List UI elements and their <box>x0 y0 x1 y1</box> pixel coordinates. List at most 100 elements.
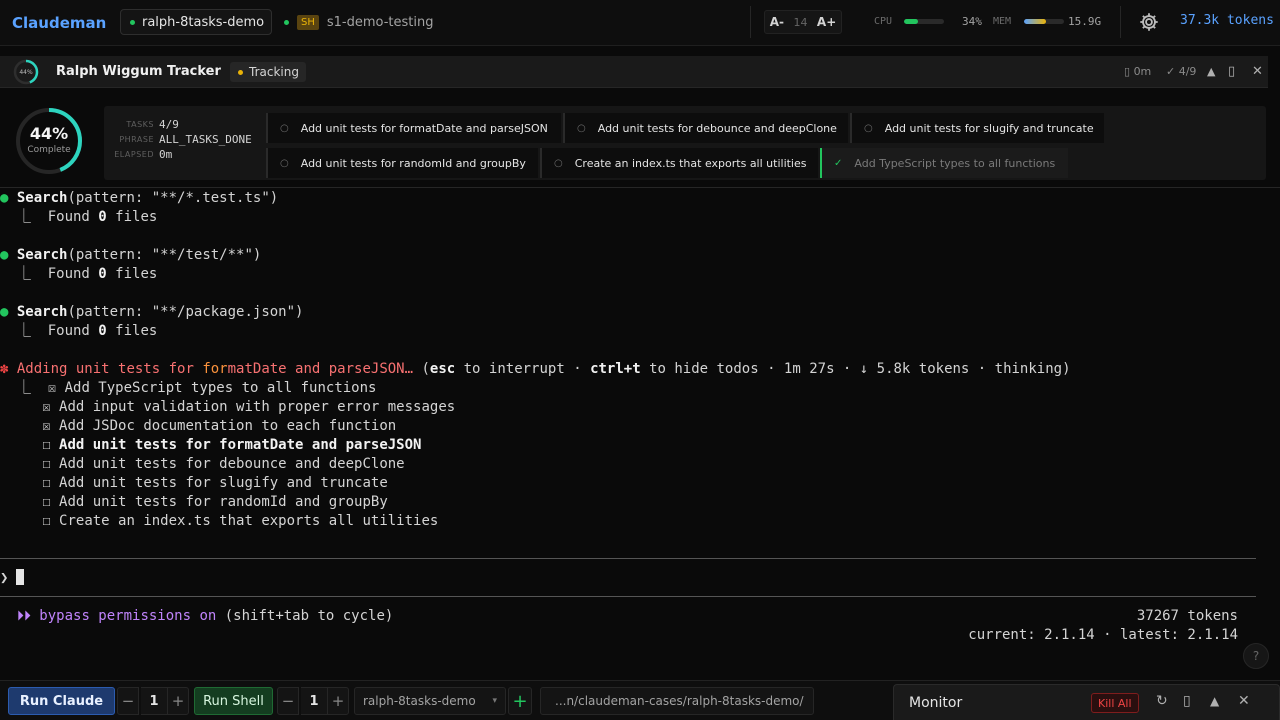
session-select[interactable]: ralph-8tasks-demo ▾ <box>354 687 506 715</box>
help-button[interactable]: ? <box>1243 643 1269 669</box>
app-brand[interactable]: Claudeman <box>12 14 106 32</box>
cpu-value: 34% <box>962 15 982 28</box>
working-directory-path[interactable]: ...n/claudeman-cases/ralph-8tasks-demo/ <box>540 687 814 715</box>
permission-status-line: ⏵⏵ bypass permissions on (shift+tab to c… <box>0 608 394 624</box>
mem-label: MEM <box>993 16 1012 27</box>
prompt-divider <box>0 558 1256 559</box>
tracker-progress: ✓ 4/9 <box>1166 65 1197 78</box>
monitor-panel[interactable]: Monitor Kill All ↻ ▯ ▲ ✕ <box>893 684 1280 720</box>
todo-item: ☐ Create an index.ts that exports all ut… <box>42 513 439 529</box>
tool-call-line: ● Search(pattern: "**/*.test.ts") <box>0 190 279 206</box>
font-decrease-button[interactable]: A- <box>770 15 784 29</box>
spinner-icon: ✽ <box>0 361 9 377</box>
monitor-title: Monitor <box>909 695 963 711</box>
mem-bar-fill <box>1024 19 1046 24</box>
meta-value-elapsed: 0m <box>159 148 173 161</box>
todo-item: ☐ Add unit tests for randomId and groupB… <box>42 494 388 510</box>
todo-item: ☒ Add JSDoc documentation to each functi… <box>42 418 397 434</box>
task-chip-label: Add TypeScript types to all functions <box>854 156 1056 170</box>
pending-circle-icon: ○ <box>864 122 873 134</box>
unchecked-box-icon: ☐ <box>42 456 51 472</box>
font-size-value: 14 <box>793 15 808 29</box>
tracking-dot <box>238 69 243 75</box>
divider <box>750 6 751 38</box>
todo-item-current: ☐ Add unit tests for formatDate and pars… <box>42 437 422 453</box>
session-tab-s1-demo-testing[interactable]: SH s1-demo-testing <box>284 9 433 35</box>
session-status-dot <box>130 19 135 25</box>
tree-branch-icon: ⎿ <box>0 209 31 225</box>
task-meta-box: TASKS 4/9 PHRASE ALL_TASKS_DONE ELAPSED … <box>104 106 1266 180</box>
claude-count-increase[interactable]: + <box>167 687 189 715</box>
pending-circle-icon: ○ <box>577 122 586 134</box>
chevron-down-icon: ▾ <box>492 696 497 706</box>
session-tab-label: s1-demo-testing <box>326 14 434 30</box>
pending-circle-icon: ○ <box>280 122 289 134</box>
progress-percent: 44% <box>29 124 69 143</box>
success-dot-icon: ● <box>0 190 9 206</box>
tool-result-line: ⎿ Found 0 files <box>0 266 158 282</box>
task-chip-label: Add unit tests for formatDate and parseJ… <box>300 121 548 135</box>
task-chip[interactable]: ○ Create an index.ts that exports all ut… <box>540 148 818 178</box>
detach-icon[interactable]: ▯ <box>1183 693 1191 709</box>
refresh-icon[interactable]: ↻ <box>1156 693 1168 709</box>
session-select-value: ralph-8tasks-demo <box>363 694 476 708</box>
task-chip-label: Add unit tests for debounce and deepClon… <box>597 121 837 135</box>
progress-complete-label: Complete <box>27 145 71 155</box>
detach-icon[interactable]: ▯ <box>1228 64 1235 79</box>
pause-icon: ⏵⏵ <box>0 608 40 624</box>
shell-count-value: 1 <box>301 687 327 715</box>
tracking-status-label: Tracking <box>249 65 299 79</box>
top-bar: Claudeman ralph-8tasks-demo SH s1-demo-t… <box>0 0 1280 46</box>
kill-all-button[interactable]: Kill All <box>1091 693 1139 713</box>
task-chip[interactable]: ○ Add unit tests for debounce and deepCl… <box>563 113 848 143</box>
terminal-output[interactable]: ● Search(pattern: "**/*.test.ts") ⎿ Foun… <box>0 188 1280 678</box>
pending-circle-icon: ○ <box>280 157 289 169</box>
cpu-bar-fill <box>904 19 918 24</box>
claude-count-decrease[interactable]: − <box>117 687 139 715</box>
task-chip-label: Add unit tests for randomId and groupBy <box>300 156 526 170</box>
tree-branch-icon: ⎿ <box>0 266 31 282</box>
run-shell-button[interactable]: Run Shell <box>194 687 273 715</box>
font-increase-button[interactable]: A+ <box>817 15 836 29</box>
session-status-dot <box>284 19 289 25</box>
expand-up-icon[interactable]: ▲ <box>1210 694 1219 708</box>
success-dot-icon: ● <box>0 304 9 320</box>
meta-key-tasks: TASKS <box>126 120 154 129</box>
run-claude-button[interactable]: Run Claude <box>8 687 115 715</box>
unchecked-box-icon: ☐ <box>42 475 51 491</box>
shell-count-increase[interactable]: + <box>327 687 349 715</box>
checkmark-icon: ✓ <box>834 157 843 169</box>
todo-item: ⎿ ☒ Add TypeScript types to all function… <box>0 380 377 396</box>
mini-progress-label: 44% <box>19 69 33 76</box>
text-cursor <box>16 569 25 585</box>
meta-value-tasks: 4/9 <box>159 118 179 131</box>
cpu-bar <box>904 19 944 24</box>
checked-box-icon: ☒ <box>47 380 57 396</box>
divider <box>1120 6 1121 38</box>
task-chip[interactable]: ○ Add unit tests for formatDate and pars… <box>266 113 561 143</box>
tool-result-line: ⎿ Found 0 files <box>0 323 158 339</box>
close-icon[interactable]: ✕ <box>1238 693 1250 709</box>
task-chip[interactable]: ○ Add unit tests for randomId and groupB… <box>266 148 538 178</box>
tree-branch-icon: ⎿ <box>0 380 48 396</box>
tool-call-line: ● Search(pattern: "**/test/**") <box>0 247 262 263</box>
meta-value-phrase: ALL_TASKS_DONE <box>159 133 252 146</box>
tracker-title: Ralph Wiggum Tracker <box>56 64 221 79</box>
claude-count-value: 1 <box>141 687 167 715</box>
settings-gear-icon[interactable] <box>1138 11 1160 33</box>
shell-count-decrease[interactable]: − <box>277 687 299 715</box>
prompt-divider <box>0 596 1256 597</box>
mem-value: 15.9G <box>1068 15 1102 28</box>
add-session-button[interactable]: + <box>508 687 532 715</box>
success-dot-icon: ● <box>0 247 9 263</box>
collapse-icon[interactable]: ▲ <box>1207 65 1215 78</box>
task-chip[interactable]: ○ Add unit tests for slugify and truncat… <box>850 113 1104 143</box>
task-chip-label: Create an index.ts that exports all util… <box>574 156 807 170</box>
clock-icon: ▯ <box>1124 65 1134 78</box>
tool-call-line: ● Search(pattern: "**/package.json") <box>0 304 304 320</box>
task-chip-done[interactable]: ✓ Add TypeScript types to all functions <box>820 148 1068 178</box>
prompt-input[interactable]: ❯ <box>0 569 25 588</box>
tracker-header[interactable]: 44% Ralph Wiggum Tracker Tracking ▯ 0m ✓… <box>0 56 1268 88</box>
session-tab-ralph-8tasks-demo[interactable]: ralph-8tasks-demo <box>120 9 272 35</box>
close-icon[interactable]: ✕ <box>1252 64 1263 79</box>
